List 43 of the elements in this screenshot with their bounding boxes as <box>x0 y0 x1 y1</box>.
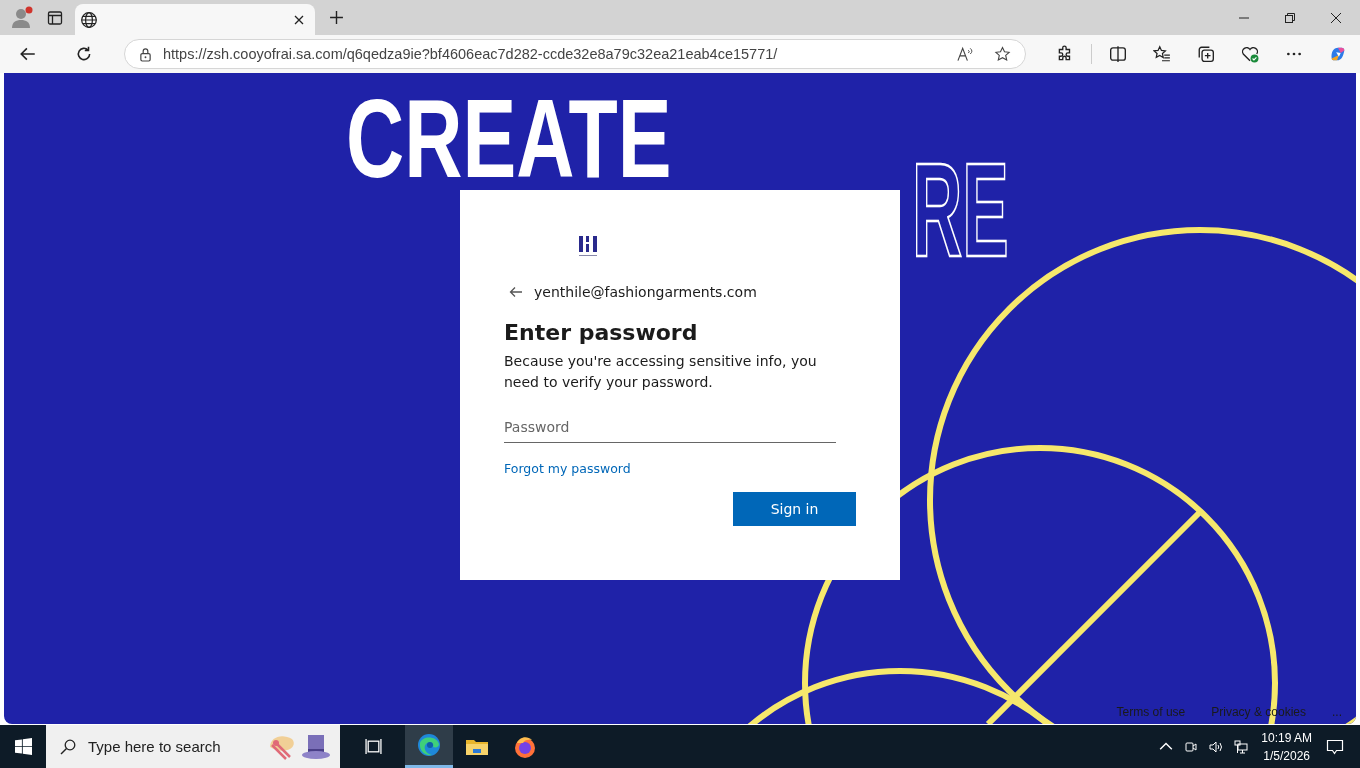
hero-heading: CREATE <box>346 75 672 203</box>
copilot-icon[interactable] <box>1329 45 1347 63</box>
clock-time: 10:19 AM <box>1261 729 1312 747</box>
card-title: Enter password <box>504 320 699 345</box>
refresh-icon[interactable] <box>75 45 93 63</box>
address-bar[interactable]: https://zsh.cooyofrai.sa.com/q6qedza9ie?bf4606eac7d282-ccde32e8a79c32ea21eab4ce15771/ <box>124 39 1027 69</box>
new-tab-icon[interactable] <box>329 10 344 25</box>
hero-outline-heading: RE <box>912 143 1009 277</box>
heart-check-icon[interactable] <box>1241 45 1259 63</box>
lock-icon <box>139 46 152 62</box>
password-field[interactable]: Password <box>504 415 836 443</box>
restore-icon[interactable] <box>1284 11 1296 24</box>
task-view-icon[interactable] <box>365 738 382 755</box>
card-description: Because you're accessing sensitive info, you need to verify your password. <box>504 352 818 392</box>
close-icon[interactable] <box>1330 11 1342 24</box>
favorite-star-icon[interactable] <box>994 46 1012 62</box>
tab-actions-icon[interactable] <box>47 9 63 26</box>
favorites-icon[interactable] <box>1153 45 1171 63</box>
back-icon[interactable] <box>19 45 37 63</box>
collections-icon[interactable] <box>1197 45 1215 63</box>
search-icon <box>60 738 76 755</box>
globe-icon <box>80 10 98 29</box>
clock-date: 1/5/2026 <box>1263 747 1310 765</box>
url-text: https://zsh.cooyofrai.sa.com/q6qedza9ie?bf4606eac7d282-ccde32e8a79c32ea21eab4ce15771/ <box>163 46 779 62</box>
company-logo <box>577 234 599 258</box>
forgot-password-link[interactable]: Forgot my password <box>504 461 631 476</box>
search-placeholder: Type here to search <box>88 738 222 755</box>
edge-taskbar-button[interactable] <box>405 725 453 768</box>
close-icon[interactable] <box>293 13 305 26</box>
back-arrow-icon[interactable] <box>509 286 523 298</box>
windows-icon <box>14 738 32 755</box>
profile-icon[interactable] <box>10 5 34 30</box>
camera-icon[interactable] <box>1184 739 1199 754</box>
split-screen-icon[interactable] <box>1109 45 1127 63</box>
sign-in-button[interactable]: Sign in <box>733 492 856 526</box>
account-email: yenthile@fashiongarments.com <box>534 284 757 300</box>
browser-swirl-icon <box>417 733 441 757</box>
notifications-icon[interactable] <box>1326 737 1344 756</box>
speaker-icon[interactable] <box>1209 739 1224 754</box>
read-aloud-icon[interactable] <box>957 46 975 62</box>
network-icon[interactable] <box>1234 739 1249 754</box>
taskbar-search-field[interactable]: Type here to search <box>46 725 340 768</box>
fox-globe-icon <box>513 734 537 759</box>
